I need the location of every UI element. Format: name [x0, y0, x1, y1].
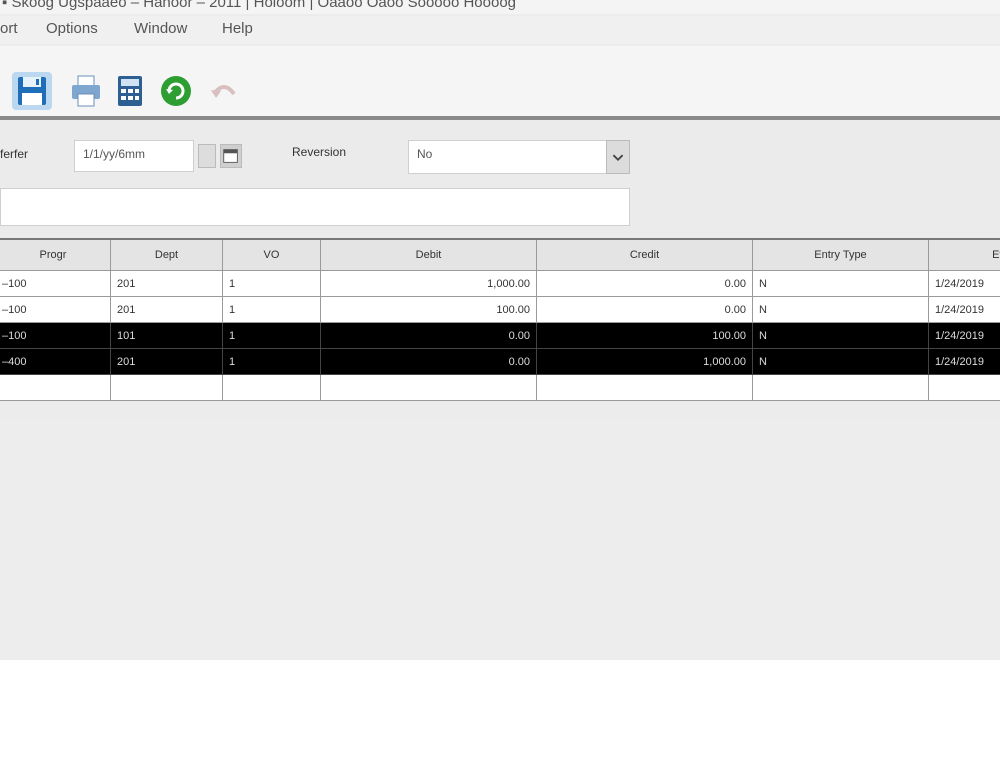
refresh-button[interactable] — [156, 72, 196, 110]
cell-vo[interactable] — [222, 374, 321, 401]
undo-icon — [211, 85, 236, 98]
cell-effective[interactable]: 1/24/2019 — [928, 322, 1000, 349]
cell-debit[interactable] — [320, 374, 537, 401]
undo-button[interactable] — [202, 72, 242, 110]
cell-progr[interactable]: –400 — [0, 348, 111, 375]
table-row[interactable]: –100 201 1 1,000.00 0.00 N 1/24/2019 — [0, 270, 1000, 297]
cell-entry-type[interactable] — [752, 374, 929, 401]
cell-credit[interactable]: 0.00 — [536, 296, 753, 323]
table-row-empty[interactable] — [0, 374, 1000, 401]
journal-grid: Progr Dept VO Debit Credit Entry Type Ef… — [0, 238, 1000, 418]
print-button[interactable] — [66, 72, 106, 110]
col-header-progr[interactable]: Progr — [0, 238, 111, 271]
table-row[interactable]: –100 201 1 100.00 0.00 N 1/24/2019 — [0, 296, 1000, 323]
col-header-vo[interactable]: VO — [222, 238, 321, 271]
calendar-icon — [223, 149, 238, 163]
cell-credit[interactable]: 1,000.00 — [536, 348, 753, 375]
cell-debit[interactable]: 0.00 — [320, 348, 537, 375]
col-header-debit[interactable]: Debit — [320, 238, 537, 271]
cell-effective[interactable]: 1/24/2019 — [928, 296, 1000, 323]
save-button[interactable] — [12, 72, 52, 110]
cell-vo[interactable]: 1 — [222, 348, 321, 375]
cell-debit[interactable]: 0.00 — [320, 322, 537, 349]
cell-dept[interactable]: 101 — [110, 322, 223, 349]
journal-header-panel: ferfer 1/1/yy/6mm Reversion No — [0, 120, 1000, 238]
col-header-credit[interactable]: Credit — [536, 238, 753, 271]
menu-help[interactable]: Help — [222, 20, 253, 37]
calculator-icon — [118, 76, 142, 106]
date-spinner[interactable] — [198, 144, 216, 168]
cell-dept[interactable]: 201 — [110, 348, 223, 375]
chevron-down-icon — [612, 154, 624, 162]
cell-progr[interactable]: –100 — [0, 270, 111, 297]
cell-entry-type[interactable]: N — [752, 270, 929, 297]
window-title: ▪ Skoog Ugspaaeo – Hanoor – 2011 | Holoo… — [2, 0, 517, 11]
table-row-selected[interactable]: –400 201 1 0.00 1,000.00 N 1/24/2019 — [0, 348, 1000, 375]
cell-vo[interactable]: 1 — [222, 270, 321, 297]
cell-entry-type[interactable]: N — [752, 322, 929, 349]
calculator-button[interactable] — [110, 72, 150, 110]
cell-credit[interactable]: 100.00 — [536, 322, 753, 349]
date-field[interactable]: 1/1/yy/6mm — [74, 140, 194, 172]
col-header-entry-type[interactable]: Entry Type — [752, 238, 929, 271]
grid-empty-area — [0, 418, 1000, 660]
cell-entry-type[interactable]: N — [752, 348, 929, 375]
save-icon — [18, 77, 46, 105]
cell-effective[interactable] — [928, 374, 1000, 401]
cell-dept[interactable]: 201 — [110, 296, 223, 323]
toolbar — [0, 46, 1000, 120]
app-window: ▪ Skoog Ugspaaeo – Hanoor – 2011 | Holoo… — [0, 0, 1000, 660]
description-field[interactable] — [0, 188, 630, 226]
cell-vo[interactable]: 1 — [222, 322, 321, 349]
cell-progr[interactable]: –100 — [0, 296, 111, 323]
print-icon — [72, 75, 100, 107]
cell-credit[interactable] — [536, 374, 753, 401]
date-label: ferfer — [0, 147, 29, 161]
cell-debit[interactable]: 100.00 — [320, 296, 537, 323]
menu-report[interactable]: ort — [0, 20, 18, 37]
cell-effective[interactable]: 1/24/2019 — [928, 270, 1000, 297]
cell-dept[interactable]: 201 — [110, 270, 223, 297]
cell-progr[interactable]: –100 — [0, 322, 111, 349]
cell-progr[interactable] — [0, 374, 111, 401]
cell-entry-type[interactable]: N — [752, 296, 929, 323]
cell-vo[interactable]: 1 — [222, 296, 321, 323]
col-header-effective[interactable]: Effec — [928, 238, 1000, 271]
calendar-button[interactable] — [220, 144, 242, 168]
reversal-select[interactable]: No — [408, 140, 608, 174]
grid-header-row: Progr Dept VO Debit Credit Entry Type Ef… — [0, 238, 1000, 271]
menu-window[interactable]: Window — [134, 20, 187, 37]
cell-dept[interactable] — [110, 374, 223, 401]
menu-options[interactable]: Options — [46, 20, 98, 37]
col-header-dept[interactable]: Dept — [110, 238, 223, 271]
cell-credit[interactable]: 0.00 — [536, 270, 753, 297]
menu-bar: ort Options Window Help — [0, 16, 1000, 44]
cell-effective[interactable]: 1/24/2019 — [928, 348, 1000, 375]
table-row-selected[interactable]: –100 101 1 0.00 100.00 N 1/24/2019 — [0, 322, 1000, 349]
reversal-dropdown-button[interactable] — [606, 140, 630, 174]
reversal-label: Reversion — [292, 145, 347, 159]
refresh-icon — [161, 76, 191, 106]
cell-debit[interactable]: 1,000.00 — [320, 270, 537, 297]
title-bar: ▪ Skoog Ugspaaeo – Hanoor – 2011 | Holoo… — [0, 0, 1000, 14]
